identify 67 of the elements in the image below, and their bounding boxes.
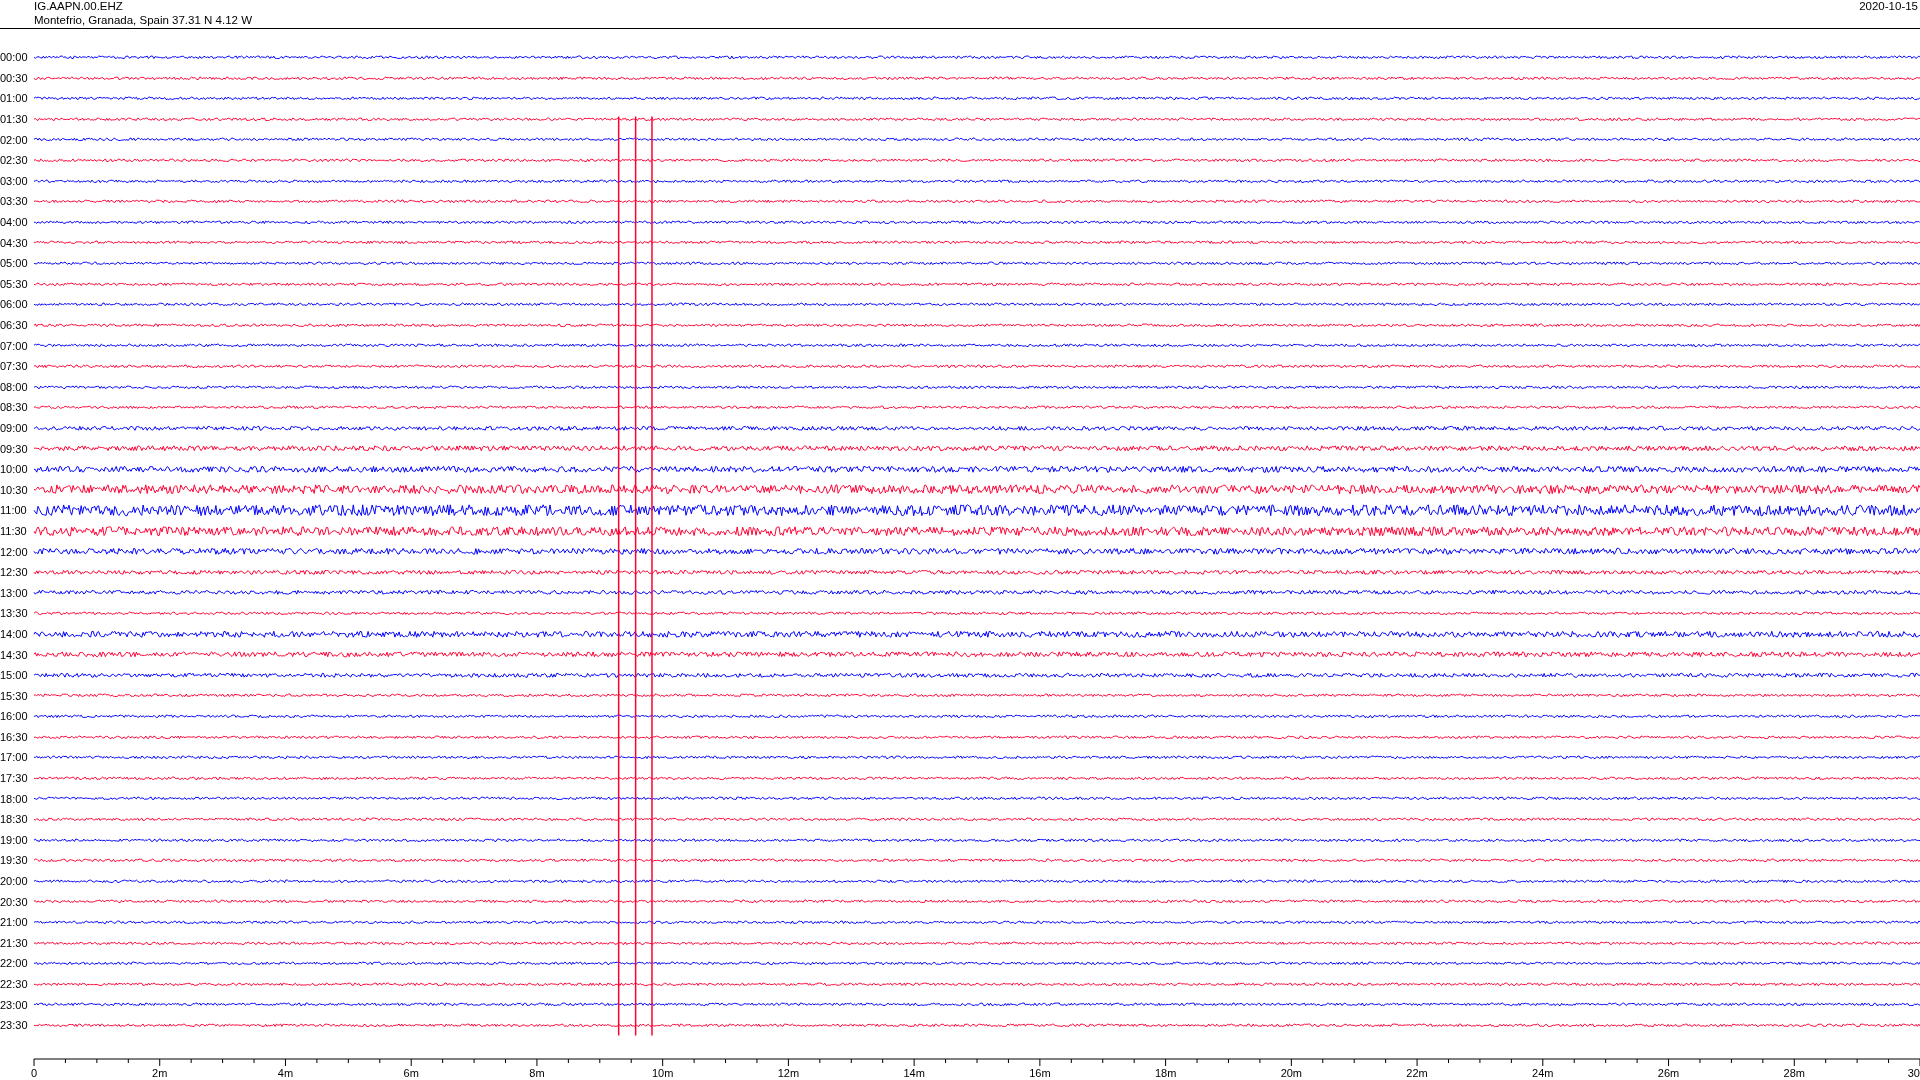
row-time-label: 07:30 — [0, 360, 29, 373]
axis-tick-label: 8m — [529, 1066, 545, 1079]
row-time-label: 15:30 — [0, 689, 29, 702]
row-time-label: 03:00 — [0, 174, 29, 187]
axis-tick-label: 14m — [903, 1066, 925, 1079]
row-time-label: 05:00 — [0, 257, 29, 270]
record-date: 2020-10-15 — [1859, 0, 1918, 14]
row-time-label: 00:30 — [0, 71, 29, 84]
row-time-label: 04:00 — [0, 216, 29, 229]
axis-tick-label: 22m — [1406, 1066, 1428, 1079]
axis-tick-label: 6m — [403, 1066, 419, 1079]
axis-tick-label: 30 — [1907, 1066, 1920, 1079]
row-time-label: 19:00 — [0, 833, 29, 846]
row-time-label: 07:00 — [0, 339, 29, 352]
row-time-label: 12:30 — [0, 566, 29, 579]
row-time-label: 16:30 — [0, 730, 29, 743]
row-time-label: 11:00 — [0, 504, 28, 517]
station-code: IG.AAPN.00.EHZ — [34, 0, 124, 14]
row-time-label: 08:00 — [0, 380, 29, 393]
row-time-label: 18:00 — [0, 792, 29, 805]
row-time-label: 17:00 — [0, 751, 29, 764]
row-time-label: 14:30 — [0, 648, 29, 661]
row-time-label: 18:30 — [0, 813, 29, 826]
row-time-label: 21:30 — [0, 936, 29, 949]
row-time-label: 22:00 — [0, 957, 29, 970]
row-time-label: 17:30 — [0, 772, 29, 785]
row-time-label: 01:30 — [0, 113, 29, 126]
row-time-label: 19:30 — [0, 854, 29, 867]
row-time-label: 13:00 — [0, 586, 29, 599]
row-time-label: 12:00 — [0, 545, 29, 558]
axis-tick-label: 20m — [1280, 1066, 1303, 1079]
row-time-label: 10:00 — [0, 463, 29, 476]
row-time-label: 05:30 — [0, 277, 29, 290]
axis-tick-label: 28m — [1783, 1066, 1805, 1079]
axis-tick-label: 16m — [1029, 1066, 1051, 1079]
row-time-label: 06:30 — [0, 319, 29, 331]
row-time-label: 23:30 — [0, 1019, 29, 1032]
axis-tick-label: 0 — [30, 1066, 38, 1079]
axis-tick-label: 26m — [1657, 1066, 1680, 1079]
row-time-label: 08:30 — [0, 401, 29, 414]
row-time-label: 00:00 — [0, 51, 29, 64]
row-time-label: 22:30 — [0, 978, 29, 990]
row-time-label: 13:30 — [0, 607, 29, 620]
row-time-label: 20:30 — [0, 895, 29, 908]
row-time-label: 10:30 — [0, 483, 29, 496]
station-location: Montefrio, Granada, Spain 37.31 N 4.12 W — [34, 13, 252, 27]
row-time-label: 15:00 — [0, 669, 29, 682]
axis-tick-label: 24m — [1532, 1066, 1554, 1079]
axis-tick-label: 10m — [651, 1066, 674, 1079]
row-time-label: 21:00 — [0, 916, 29, 929]
row-time-label: 02:30 — [0, 154, 29, 167]
row-time-label: 02:00 — [0, 133, 29, 146]
row-time-label: 20:00 — [0, 875, 29, 888]
row-time-label: 14:00 — [0, 627, 29, 640]
row-time-label: 09:30 — [0, 442, 29, 455]
row-time-label: 06:00 — [0, 298, 29, 311]
row-time-label: 04:30 — [0, 236, 29, 249]
axis-tick-label: 18m — [1154, 1066, 1177, 1079]
axis-tick-label: 4m — [277, 1066, 294, 1079]
axis-tick-label: 2m — [152, 1066, 168, 1079]
row-time-label: 01:00 — [0, 92, 29, 105]
row-time-label: 09:00 — [0, 422, 29, 434]
row-time-label: 16:00 — [0, 710, 29, 723]
row-time-label: 11:30 — [0, 524, 28, 537]
axis-tick-label: 12m — [777, 1066, 800, 1079]
row-time-label: 23:00 — [0, 998, 29, 1011]
row-time-label: 03:30 — [0, 195, 29, 208]
